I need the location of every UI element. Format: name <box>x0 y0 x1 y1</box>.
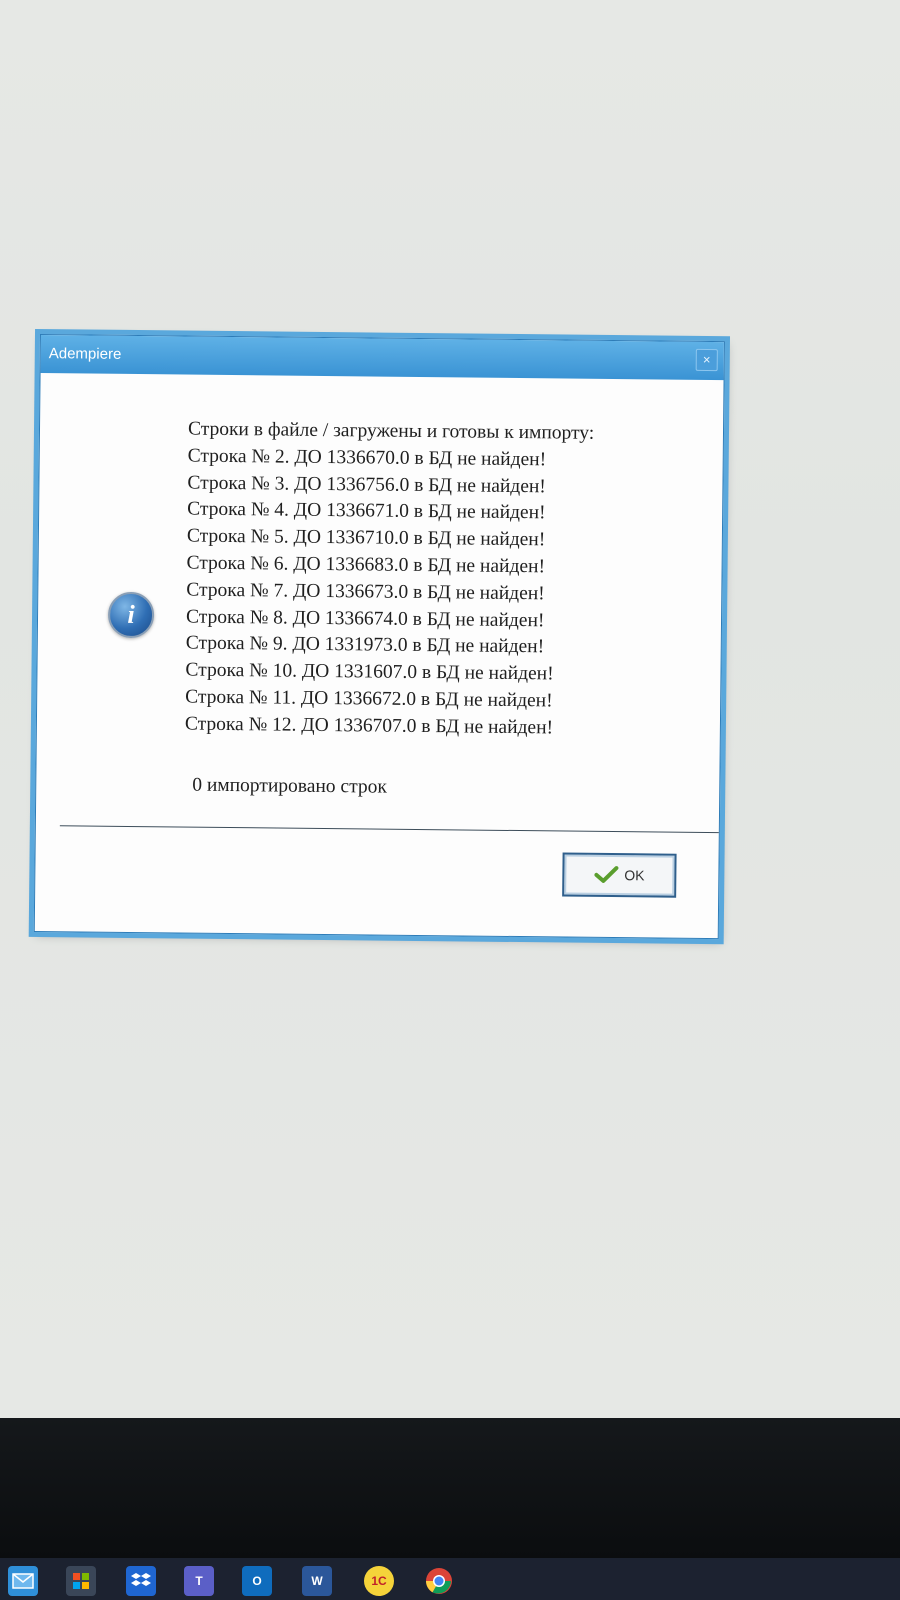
message-row: Строка № 3. ДО 1336756.0 в БД не найден! <box>187 472 546 497</box>
ok-label: OK <box>624 867 645 884</box>
checkmark-icon <box>594 866 619 883</box>
message-row: Строка № 9. ДО 1331973.0 в БД не найден! <box>185 632 545 658</box>
outlook-icon[interactable]: O <box>242 1566 272 1596</box>
chrome-icon[interactable] <box>424 1566 454 1596</box>
mail-icon[interactable] <box>8 1566 38 1596</box>
message-row: Строка № 2. ДО 1336670.0 в БД не найден! <box>187 445 547 471</box>
import-summary: 0 импортировано строк <box>192 774 387 798</box>
dialog-title: Adempiere <box>48 345 122 363</box>
message-row: Строка № 10. ДО 1331607.0 в БД не найден… <box>185 659 554 685</box>
message-row: Строка № 5. ДО 1336710.0 в БД не найден! <box>186 525 546 551</box>
dialog-titlebar[interactable]: Adempiere × <box>40 335 724 381</box>
ok-button[interactable]: OK <box>562 852 677 898</box>
message-row: Строка № 7. ДО 1336673.0 в БД не найден! <box>186 579 545 605</box>
message-row: Строка № 12. ДО 1336707.0 в БД не найден… <box>184 713 554 739</box>
message-text: Строки в файле / загружены и готовы к им… <box>185 417 595 743</box>
teams-icon[interactable]: T <box>184 1566 214 1596</box>
message-row: Строка № 11. ДО 1336672.0 в БД не найден… <box>185 686 553 712</box>
1c-icon[interactable]: 1C <box>364 1566 394 1596</box>
store-icon[interactable] <box>66 1566 96 1596</box>
dropbox-icon[interactable] <box>126 1566 156 1596</box>
message-header: Строки в файле / загружены и готовы к им… <box>187 418 595 444</box>
message-row: Строка № 6. ДО 1336683.0 в БД не найден! <box>186 552 546 578</box>
info-icon: i <box>107 591 155 639</box>
message-dialog: Adempiere × i Строки в файле / загружены… <box>33 334 725 940</box>
message-row: Строка № 8. ДО 1336674.0 в БД не найден! <box>185 606 545 631</box>
word-icon[interactable]: W <box>302 1566 332 1596</box>
monitor-bezel <box>0 1418 900 1558</box>
message-row: Строка № 4. ДО 1336671.0 в БД не найден! <box>187 498 546 524</box>
divider <box>59 825 719 834</box>
close-button[interactable]: × <box>695 348 718 372</box>
